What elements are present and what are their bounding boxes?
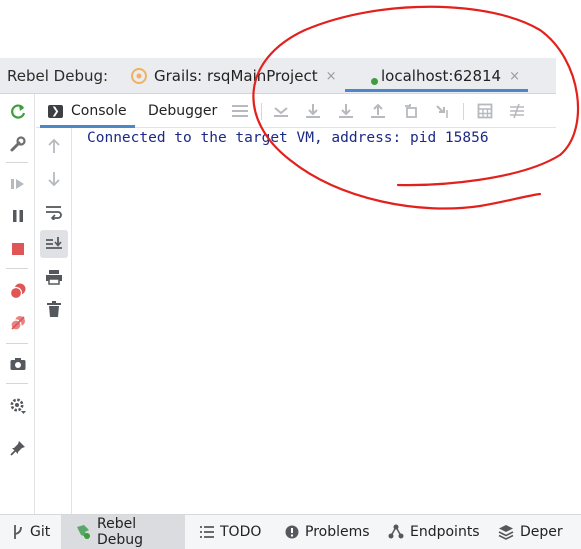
tab-label: localhost:62814 [381,67,502,85]
tool-tab-problems[interactable]: Problems [285,515,370,549]
tab-debugger[interactable]: Debugger [146,94,219,128]
tool-tab-dependencies[interactable]: Deper [498,515,563,549]
show-execution-point-icon[interactable] [268,98,294,124]
toolbar-separator [463,103,464,120]
pin-icon[interactable] [5,435,31,461]
grails-icon [130,67,148,85]
tool-tab-label: Deper [520,524,563,540]
tab-label: Debugger [148,103,218,119]
trash-icon[interactable] [40,295,68,323]
console-side-strip [36,128,72,514]
tool-tab-label: Endpoints [410,524,480,540]
problems-icon [285,525,299,539]
print-icon[interactable] [40,263,68,291]
toolbar-separator [6,162,28,163]
tab-label: Console [71,103,127,119]
rerun-icon[interactable] [5,99,31,125]
toolbar-separator [6,268,28,269]
wrench-icon[interactable] [5,131,31,157]
close-icon[interactable]: × [326,69,337,84]
git-branch-icon [12,524,24,540]
settings-gear-icon[interactable] [5,393,31,419]
dependencies-icon [498,524,514,540]
camera-icon[interactable] [5,351,31,377]
step-over-icon[interactable] [300,98,326,124]
pause-icon[interactable] [5,203,31,229]
tool-tab-label: Rebel Debug [97,516,144,548]
tool-tab-endpoints[interactable]: Endpoints [388,515,480,549]
arrow-up-icon[interactable] [40,132,68,160]
step-out-icon[interactable] [365,98,391,124]
tab-grails-project[interactable]: Grails: rsqMainProject × [130,58,337,94]
view-breakpoints-icon[interactable] [5,278,31,304]
tab-console[interactable]: ❯ Console [40,94,135,128]
console-icon: ❯ [48,104,63,118]
layout-menu-icon[interactable] [227,98,253,124]
console-output: Connected to the target VM, address: pid… [87,130,489,146]
resume-icon[interactable] [5,171,31,197]
list-icon [200,526,214,538]
toolbar-separator [6,343,28,344]
tool-tab-label: Problems [305,524,370,540]
tool-tab-label: TODO [220,524,262,540]
tool-tab-todo[interactable]: TODO [200,515,261,549]
debug-actions-strip [0,94,35,514]
arrow-down-icon[interactable] [40,165,68,193]
tool-window-bar: Git Rebel Debug TODO Problems Endpoints … [0,514,581,549]
tool-tab-label: Git [30,524,51,540]
toolbar-separator [261,103,262,120]
tab-label: Grails: rsqMainProject [154,67,318,85]
tool-tab-rebel-debug[interactable]: Rebel Debug [61,515,185,549]
running-indicator-icon [371,78,378,85]
tab-localhost[interactable]: localhost:62814 × [345,58,528,94]
debug-title: Rebel Debug: [7,67,109,85]
toolbar-separator [6,383,28,384]
stop-icon[interactable] [5,236,31,262]
close-icon[interactable]: × [509,69,520,84]
selected-tab-indicator [345,89,528,92]
drop-frame-icon[interactable] [398,98,424,124]
evaluate-expression-icon[interactable] [472,98,498,124]
step-into-icon[interactable] [333,98,359,124]
run-to-cursor-icon[interactable] [430,98,456,124]
endpoints-icon [388,524,404,540]
soft-wrap-icon[interactable] [40,198,68,226]
tool-tab-git[interactable]: Git [12,515,60,549]
console-toolbar: ❯ Console Debugger [36,94,556,128]
debug-tool-window-header: Rebel Debug: Grails: rsqMainProject × lo… [0,58,556,94]
trace-settings-icon[interactable] [504,98,530,124]
scroll-to-end-icon[interactable] [40,230,68,258]
rebel-debug-icon [75,524,91,540]
mute-breakpoints-icon[interactable] [5,310,31,336]
